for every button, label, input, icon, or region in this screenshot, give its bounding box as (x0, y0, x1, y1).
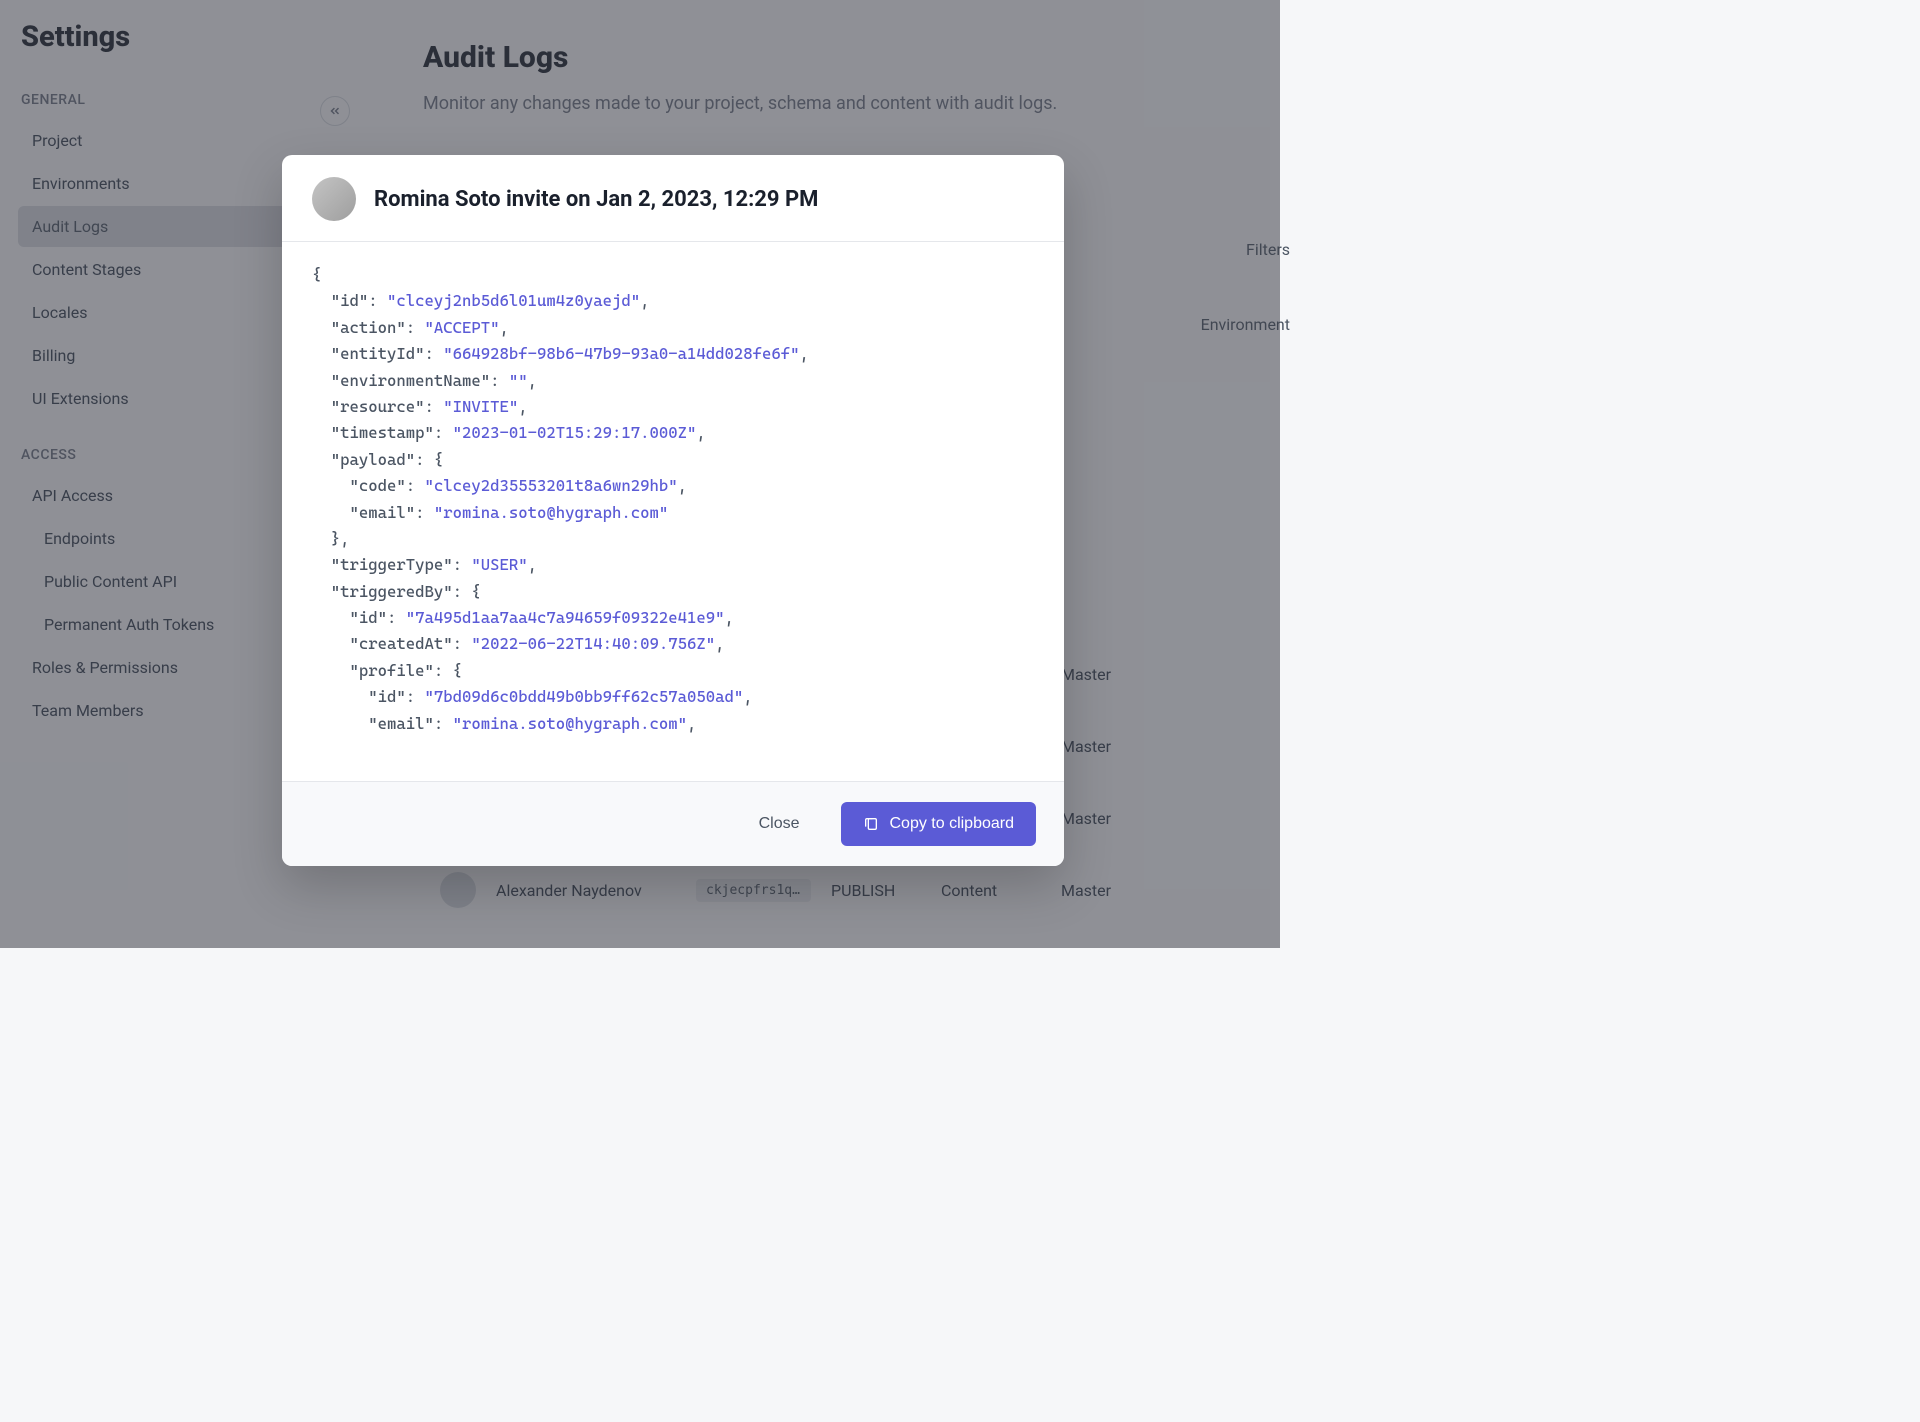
json-value-entity-id: "664928bf-98b6-47b9-93a0-a14dd028fe6f" (443, 344, 799, 363)
close-button[interactable]: Close (741, 805, 818, 843)
json-value-id: "clceyj2nb5d6l01um4z0yaejd" (387, 291, 640, 310)
modal-header: Romina Soto invite on Jan 2, 2023, 12:29… (282, 155, 1064, 242)
json-value-action: "ACCEPT" (425, 318, 500, 337)
modal-title: Romina Soto invite on Jan 2, 2023, 12:29… (374, 187, 818, 212)
copy-to-clipboard-button[interactable]: Copy to clipboard (841, 802, 1036, 846)
json-value-payload-code: "clcey2d35553201t8a6wn29hb" (425, 476, 678, 495)
modal-json-body[interactable]: { "id": "clceyj2nb5d6l01um4z0yaejd", "ac… (282, 242, 1064, 781)
copy-button-label: Copy to clipboard (889, 815, 1014, 833)
json-value-env-name: "" (509, 371, 528, 390)
json-value-payload-email: "romina.soto@hygraph.com" (434, 503, 668, 522)
json-value-profile-email: "romina.soto@hygraph.com" (453, 714, 687, 733)
json-value-timestamp: "2023-01-02T15:29:17.000Z" (453, 423, 697, 442)
json-value-resource: "INVITE" (443, 397, 518, 416)
json-value-triggered-by-id: "7a495d1aa7aa4c7a94659f09322e41e9" (406, 608, 725, 627)
json-value-trigger-type: "USER" (471, 555, 527, 574)
user-avatar (312, 177, 356, 221)
audit-log-detail-modal: Romina Soto invite on Jan 2, 2023, 12:29… (282, 155, 1064, 866)
modal-footer: Close Copy to clipboard (282, 781, 1064, 866)
clipboard-icon (863, 815, 879, 833)
json-value-triggered-by-created: "2022-06-22T14:40:09.756Z" (471, 634, 715, 653)
json-value-profile-id: "7bd09d6c0bdd49b0bb9ff62c57a050ad" (425, 687, 744, 706)
